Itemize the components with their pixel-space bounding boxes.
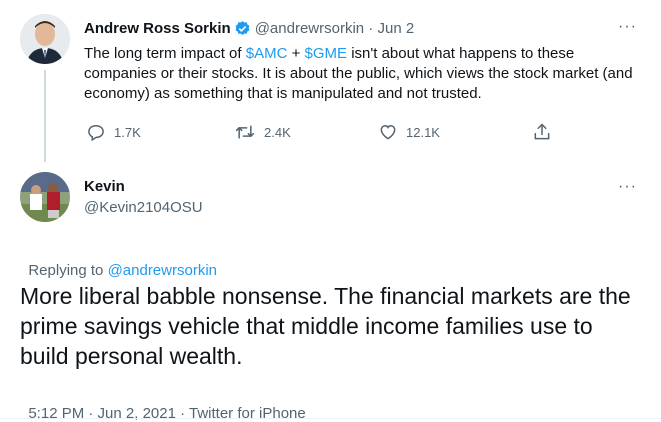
date-separator: · <box>364 20 378 37</box>
retweet-count: 2.4K <box>264 124 291 140</box>
reply-icon <box>86 122 106 142</box>
reply-more-options-icon[interactable]: ··· <box>618 178 637 196</box>
tweet-date[interactable]: Jun 2 <box>377 20 414 37</box>
cashtag-amc[interactable]: $AMC <box>246 45 288 62</box>
reply-meta: 5:12 PM · Jun 2, 2021 · Twitter for iPho… <box>20 388 306 422</box>
reply-button[interactable]: 1.7K <box>86 122 141 142</box>
avatar-kevin[interactable] <box>20 172 70 222</box>
more-options-icon[interactable]: ··· <box>618 18 637 36</box>
reply-source[interactable]: Twitter for iPhone <box>189 405 306 422</box>
heart-icon <box>378 122 398 142</box>
reply-count: 1.7K <box>114 124 141 140</box>
cashtag-gme[interactable]: $GME <box>305 45 348 62</box>
verified-badge-icon <box>234 20 251 37</box>
bottom-divider <box>0 418 661 419</box>
like-button[interactable]: 12.1K <box>378 122 440 142</box>
tweet-text-plus: + <box>287 45 305 62</box>
thread-connector-line <box>44 70 46 162</box>
author-name[interactable]: Andrew Ross Sorkin <box>84 20 231 37</box>
reply-author-name[interactable]: Kevin <box>84 178 125 195</box>
tweet-header: Andrew Ross Sorkin @andrewrsorkin · Jun … <box>84 20 414 37</box>
tweet-body: The long term impact of $AMC + $GME isn'… <box>84 44 639 104</box>
replying-to-handle[interactable]: @andrewrsorkin <box>108 262 217 279</box>
share-icon[interactable] <box>532 122 552 147</box>
like-count: 12.1K <box>406 124 440 140</box>
author-handle[interactable]: @andrewrsorkin <box>255 20 364 37</box>
tweet-text-part1: The long term impact of <box>84 45 246 62</box>
retweet-icon <box>234 122 256 142</box>
replying-to-line: Replying to @andrewrsorkin <box>20 245 217 279</box>
avatar-andrew-ross-sorkin[interactable] <box>20 14 70 64</box>
source-separator: · <box>175 405 189 422</box>
retweet-button[interactable]: 2.4K <box>234 122 291 142</box>
reply-author-handle[interactable]: @Kevin2104OSU <box>84 199 203 216</box>
reply-text: More liberal babble nonsense. The financ… <box>20 283 631 369</box>
replying-to-label: Replying to <box>28 262 108 279</box>
reply-timestamp[interactable]: 5:12 PM · Jun 2, 2021 <box>28 405 176 422</box>
